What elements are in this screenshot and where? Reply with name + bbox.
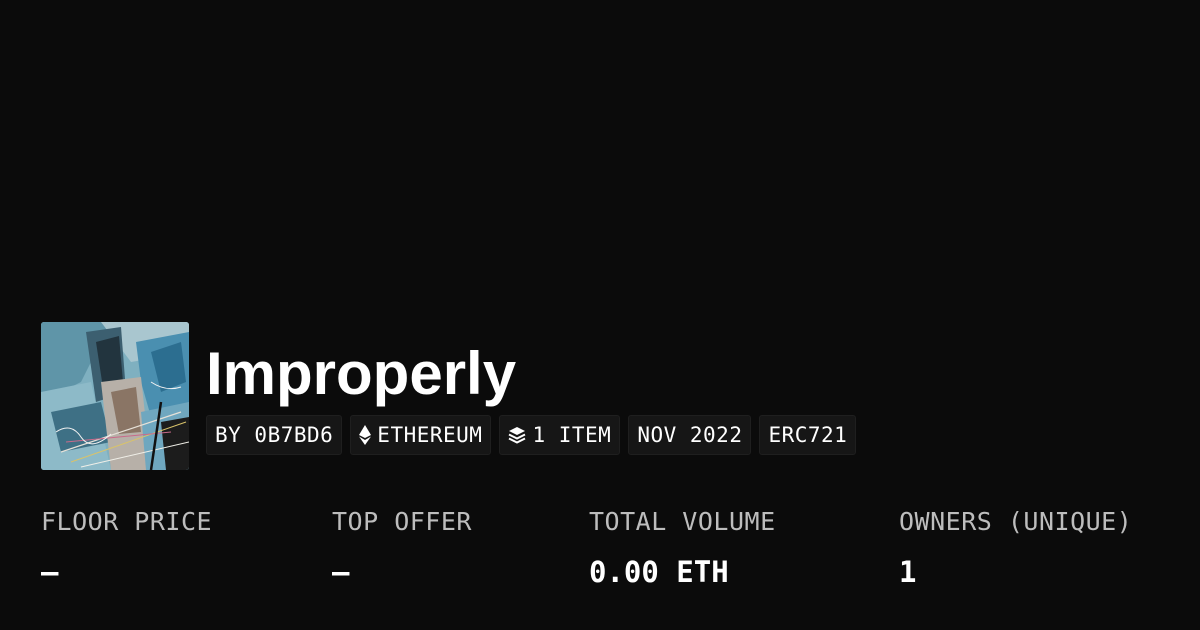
collection-meta-chips: BY 0B7BD6 ETHEREUM 1 ITEM NOV 2022 ERC72…: [206, 415, 857, 455]
chain-chip-label: ETHEREUM: [377, 423, 483, 447]
ethereum-icon: [359, 425, 372, 445]
stat-value: –: [41, 555, 59, 589]
item-count-chip-label: 1 ITEM: [532, 423, 612, 447]
stat-label: TOP OFFER: [332, 507, 472, 536]
stat-value: 1: [899, 555, 917, 589]
stat-top-offer: TOP OFFER –: [332, 505, 472, 589]
chain-chip[interactable]: ETHEREUM: [350, 415, 492, 455]
collection-stats: FLOOR PRICE – TOP OFFER – TOTAL VOLUME 0…: [0, 505, 1200, 605]
created-date-chip-label: NOV 2022: [637, 423, 743, 447]
collection-title: Improperly: [206, 340, 517, 407]
creator-chip-label: BY 0B7BD6: [215, 423, 334, 447]
stat-value: 0.00 ETH: [589, 555, 729, 589]
collection-card: Improperly BY 0B7BD6 ETHEREUM 1 ITEM NOV…: [0, 0, 1200, 630]
stat-label: OWNERS (UNIQUE): [899, 507, 1133, 536]
stat-value: –: [332, 555, 350, 589]
artwork-image: [41, 322, 189, 470]
collection-thumbnail[interactable]: [41, 322, 189, 470]
layers-icon: [508, 426, 526, 444]
stat-label: FLOOR PRICE: [41, 507, 213, 536]
stat-owners-unique: OWNERS (UNIQUE) 1: [899, 505, 1132, 589]
item-count-chip[interactable]: 1 ITEM: [499, 415, 621, 455]
stat-label: TOTAL VOLUME: [589, 507, 776, 536]
stat-floor-price: FLOOR PRICE –: [41, 505, 212, 589]
stat-total-volume: TOTAL VOLUME 0.00 ETH: [589, 505, 776, 589]
created-date-chip: NOV 2022: [628, 415, 752, 455]
creator-chip[interactable]: BY 0B7BD6: [206, 415, 343, 455]
token-standard-chip-label: ERC721: [768, 423, 848, 447]
token-standard-chip: ERC721: [759, 415, 857, 455]
